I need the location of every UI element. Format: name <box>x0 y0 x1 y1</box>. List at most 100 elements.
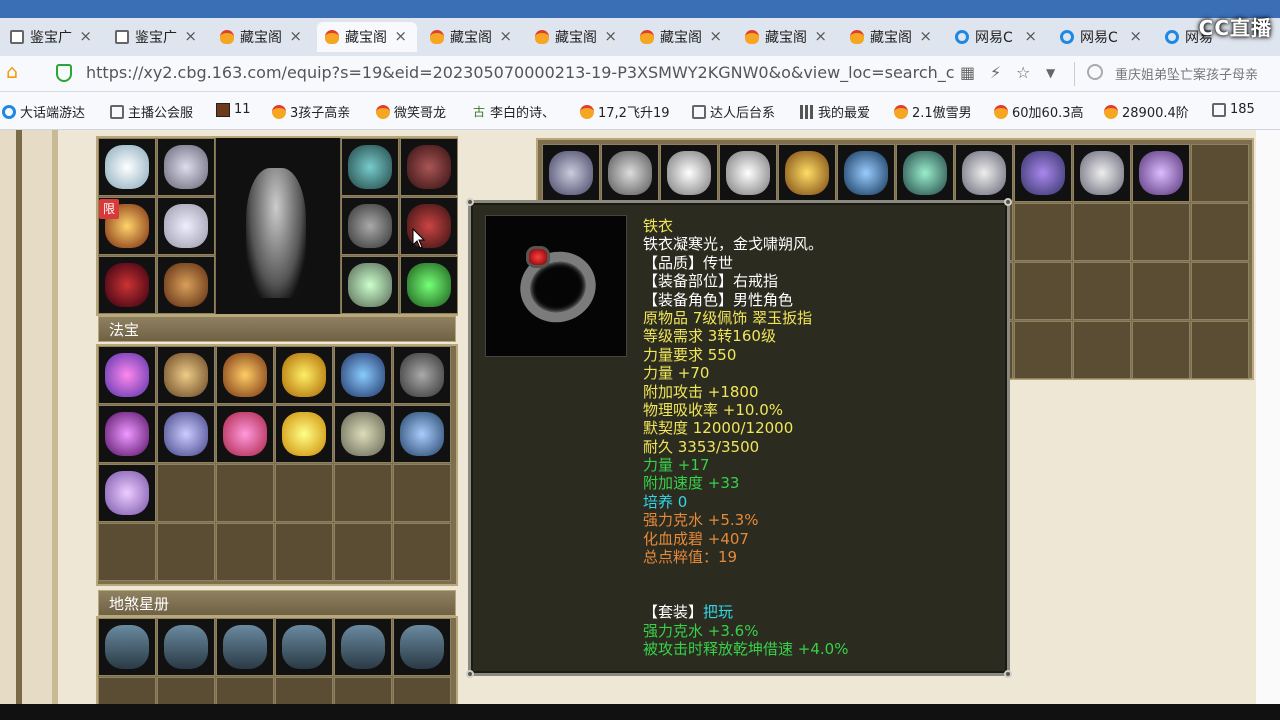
star-icon[interactable]: ☆ <box>1016 63 1030 82</box>
inventory-slot[interactable] <box>1132 203 1190 261</box>
security-shield-icon[interactable] <box>56 64 72 82</box>
browser-tab[interactable]: 鉴宝广 × <box>2 22 102 52</box>
inventory-slot[interactable] <box>1014 144 1072 202</box>
bookmark-item[interactable]: 大话端游达 <box>2 102 85 121</box>
home-icon[interactable]: ⌂ <box>6 62 26 82</box>
close-icon[interactable]: × <box>394 27 407 45</box>
inventory-slot[interactable] <box>1191 203 1249 261</box>
inventory-slot[interactable] <box>1014 321 1072 379</box>
browser-tab[interactable]: 网易C × <box>1052 22 1152 52</box>
fabao-slot[interactable] <box>216 464 274 522</box>
fabao-slot[interactable] <box>216 346 274 404</box>
close-icon[interactable]: × <box>499 27 512 45</box>
disha-card-slot[interactable] <box>157 677 215 707</box>
inventory-slot[interactable] <box>955 144 1013 202</box>
inventory-slot[interactable] <box>1191 262 1249 320</box>
fabao-slot[interactable] <box>334 346 392 404</box>
bookmark-item[interactable]: 3孩子高亲 <box>272 102 350 121</box>
disha-card-slot[interactable] <box>393 677 451 707</box>
fabao-slot[interactable] <box>334 523 392 581</box>
browser-tab[interactable]: 藏宝阁 × <box>737 22 837 52</box>
browser-tab[interactable]: 藏宝阁 × <box>632 22 732 52</box>
fabao-slot[interactable] <box>393 346 451 404</box>
bookmark-item[interactable]: 主播公会服 <box>110 102 193 121</box>
inventory-slot[interactable] <box>1132 321 1190 379</box>
fabao-slot[interactable] <box>157 346 215 404</box>
bookmark-item[interactable]: 60加60.3高 <box>994 102 1084 121</box>
fabao-slot[interactable] <box>216 523 274 581</box>
inventory-slot[interactable] <box>1073 262 1131 320</box>
close-icon[interactable]: × <box>604 27 617 45</box>
inventory-slot[interactable] <box>660 144 718 202</box>
disha-card-slot[interactable] <box>216 677 274 707</box>
browser-tab[interactable]: 藏宝阁 × <box>527 22 627 52</box>
bookmark-item[interactable]: 2.1傲雪男 <box>894 102 972 121</box>
bookmark-item[interactable]: 185 <box>1212 102 1255 117</box>
equip-slot[interactable] <box>400 256 458 314</box>
inventory-slot[interactable] <box>542 144 600 202</box>
disha-card-slot[interactable] <box>334 677 392 707</box>
fabao-slot[interactable] <box>98 464 156 522</box>
chevron-down-icon[interactable]: ▼ <box>1046 66 1055 80</box>
bolt-icon[interactable]: ⚡ <box>990 63 1001 82</box>
browser-tab[interactable]: 藏宝阁 × <box>422 22 522 52</box>
browser-tab[interactable]: 藏宝阁 × <box>842 22 942 52</box>
fabao-slot[interactable] <box>334 405 392 463</box>
inventory-slot[interactable] <box>601 144 659 202</box>
close-icon[interactable]: × <box>709 27 722 45</box>
bookmark-item[interactable]: 11 <box>216 102 251 117</box>
grid-icon[interactable]: ▦ <box>960 63 975 82</box>
equip-slot[interactable] <box>98 138 156 196</box>
close-icon[interactable]: × <box>289 27 302 45</box>
equip-slot[interactable] <box>98 256 156 314</box>
inventory-slot[interactable] <box>719 144 777 202</box>
search-input[interactable]: 重庆姐弟坠亡案孩子母亲 <box>1074 62 1280 86</box>
fabao-slot[interactable] <box>393 523 451 581</box>
bookmark-item[interactable]: 我的最爱 <box>800 102 870 121</box>
bookmark-item[interactable]: 28900.4阶 <box>1104 102 1189 121</box>
inventory-slot[interactable] <box>1014 203 1072 261</box>
inventory-slot[interactable] <box>1073 321 1131 379</box>
disha-card-slot[interactable] <box>216 618 274 676</box>
fabao-slot[interactable] <box>98 405 156 463</box>
disha-card-slot[interactable] <box>98 677 156 707</box>
equip-slot[interactable] <box>341 256 399 314</box>
inventory-slot[interactable] <box>1191 144 1249 202</box>
equip-slot[interactable] <box>157 197 215 255</box>
equip-slot[interactable] <box>400 138 458 196</box>
equip-slot[interactable] <box>341 197 399 255</box>
close-icon[interactable]: × <box>1129 27 1142 45</box>
inventory-slot[interactable] <box>1132 144 1190 202</box>
inventory-slot[interactable] <box>837 144 895 202</box>
close-icon[interactable]: × <box>184 27 197 45</box>
inventory-slot[interactable] <box>1132 262 1190 320</box>
close-icon[interactable]: × <box>814 27 827 45</box>
close-icon[interactable]: × <box>919 27 932 45</box>
fabao-slot[interactable] <box>393 405 451 463</box>
fabao-slot[interactable] <box>157 464 215 522</box>
fabao-slot[interactable] <box>275 523 333 581</box>
fabao-slot[interactable] <box>275 464 333 522</box>
fabao-slot[interactable] <box>157 405 215 463</box>
disha-card-slot[interactable] <box>393 618 451 676</box>
inventory-slot[interactable] <box>1073 203 1131 261</box>
disha-card-slot[interactable] <box>275 677 333 707</box>
fabao-slot[interactable] <box>157 523 215 581</box>
browser-tab[interactable]: 藏宝阁 × <box>212 22 312 52</box>
browser-tab[interactable]: 网易C × <box>947 22 1047 52</box>
bookmark-item[interactable]: 达人后台系 <box>692 102 775 121</box>
fabao-slot[interactable] <box>334 464 392 522</box>
inventory-slot[interactable] <box>1191 321 1249 379</box>
browser-tab[interactable]: 鉴宝广 × <box>107 22 207 52</box>
close-icon[interactable]: × <box>79 27 92 45</box>
scrollbar[interactable] <box>1256 130 1280 704</box>
disha-card-slot[interactable] <box>157 618 215 676</box>
inventory-slot[interactable] <box>1073 144 1131 202</box>
bookmark-item[interactable]: 17,2飞升19 <box>580 102 670 121</box>
equip-slot[interactable] <box>400 197 458 255</box>
browser-tab[interactable]: 藏宝阁 × <box>317 22 417 52</box>
equip-slot[interactable] <box>341 138 399 196</box>
bookmark-item[interactable]: 古李白的诗、 <box>472 102 555 122</box>
equip-slot[interactable] <box>157 138 215 196</box>
inventory-slot[interactable] <box>778 144 836 202</box>
